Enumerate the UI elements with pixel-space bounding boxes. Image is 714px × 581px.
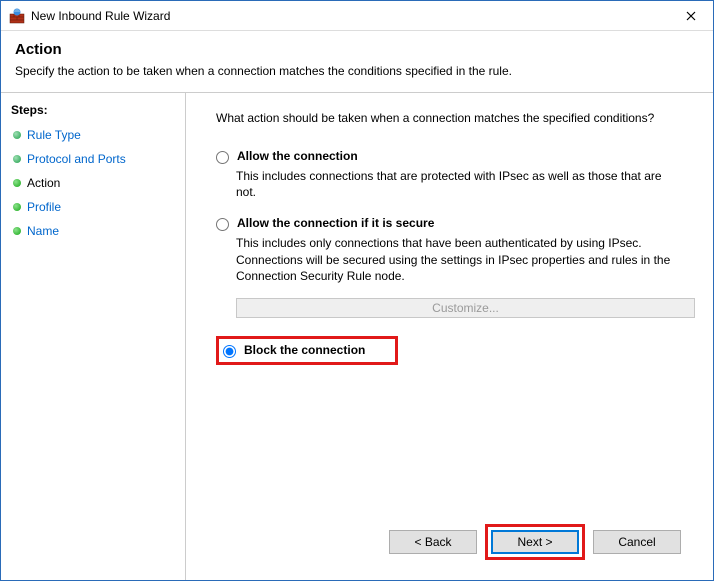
action-prompt: What action should be taken when a conne… [216, 111, 695, 125]
step-bullet-icon [13, 203, 21, 211]
steps-label: Steps: [11, 103, 175, 117]
option-allow[interactable]: Allow the connection [216, 147, 695, 166]
step-link[interactable]: Protocol and Ports [27, 152, 126, 166]
option-block-label: Block the connection [244, 343, 365, 357]
wizard-body: Steps: Rule Type Protocol and Ports Acti… [1, 93, 713, 580]
wizard-footer: < Back Next > Cancel [216, 516, 695, 568]
close-button[interactable] [668, 1, 713, 31]
step-protocol-ports[interactable]: Protocol and Ports [11, 147, 175, 171]
highlight-block-option: Block the connection [216, 336, 398, 365]
radio-allow[interactable] [216, 151, 229, 164]
steps-sidebar: Steps: Rule Type Protocol and Ports Acti… [1, 93, 186, 580]
option-block[interactable]: Block the connection [223, 343, 365, 358]
radio-allow-secure[interactable] [216, 218, 229, 231]
window-title: New Inbound Rule Wizard [31, 9, 668, 23]
back-button[interactable]: < Back [389, 530, 477, 554]
next-button[interactable]: Next > [491, 530, 579, 554]
step-bullet-icon [13, 227, 21, 235]
step-link[interactable]: Rule Type [27, 128, 81, 142]
page-subtitle: Specify the action to be taken when a co… [15, 64, 699, 78]
option-allow-secure-label: Allow the connection if it is secure [237, 216, 434, 230]
cancel-button[interactable]: Cancel [593, 530, 681, 554]
option-allow-secure-desc: This includes only connections that have… [236, 235, 676, 284]
page-header: Action Specify the action to be taken wh… [1, 31, 713, 93]
wizard-window: New Inbound Rule Wizard Action Specify t… [0, 0, 714, 581]
option-allow-desc: This includes connections that are prote… [236, 168, 676, 200]
step-action: Action [11, 171, 175, 195]
step-name[interactable]: Name [11, 219, 175, 243]
option-allow-label: Allow the connection [237, 149, 358, 163]
step-rule-type[interactable]: Rule Type [11, 123, 175, 147]
step-bullet-icon [13, 179, 21, 187]
main-panel: What action should be taken when a conne… [186, 93, 713, 580]
step-bullet-icon [13, 131, 21, 139]
step-current-label: Action [27, 176, 60, 190]
step-link[interactable]: Name [27, 224, 59, 238]
highlight-next-button: Next > [485, 524, 585, 560]
step-bullet-icon [13, 155, 21, 163]
page-title: Action [15, 41, 699, 58]
step-profile[interactable]: Profile [11, 195, 175, 219]
radio-block[interactable] [223, 345, 236, 358]
customize-button: Customize... [236, 298, 695, 318]
option-allow-secure[interactable]: Allow the connection if it is secure [216, 214, 695, 233]
titlebar: New Inbound Rule Wizard [1, 1, 713, 31]
firewall-icon [9, 8, 25, 24]
step-link[interactable]: Profile [27, 200, 61, 214]
